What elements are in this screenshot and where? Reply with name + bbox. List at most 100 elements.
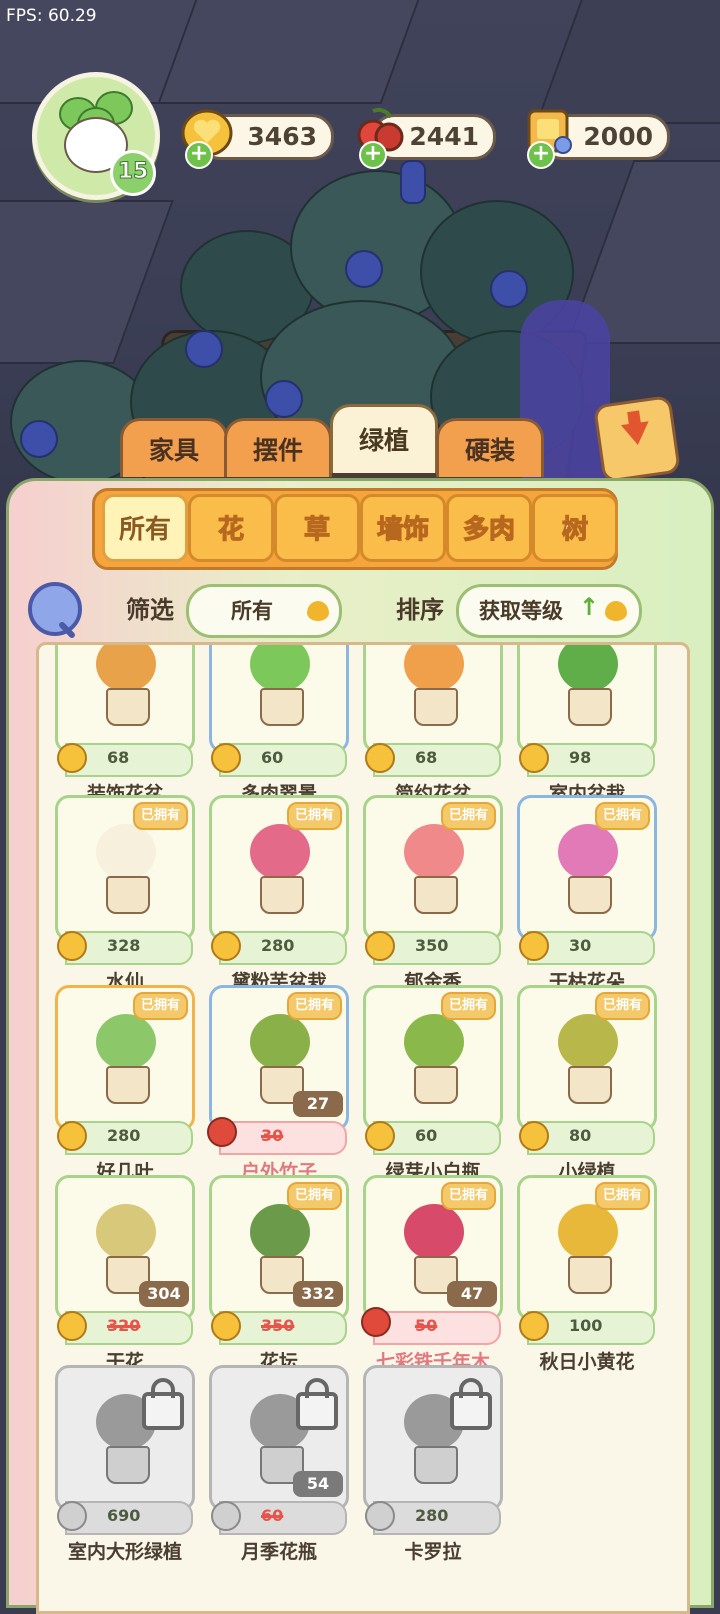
coin-resource: + 3463 xyxy=(181,109,334,169)
pot-icon xyxy=(260,688,304,726)
item-card[interactable]: 已拥有 xyxy=(55,795,195,941)
pot-icon xyxy=(568,1066,612,1104)
sort-dropdown[interactable]: 获取等级 ↑ xyxy=(456,584,642,638)
plant-icon xyxy=(558,824,618,880)
subtab-grass[interactable]: 草 xyxy=(274,494,360,562)
lock-icon xyxy=(296,1378,338,1430)
tab-ornaments[interactable]: 摆件 xyxy=(224,418,332,477)
item-card[interactable]: 已拥有 xyxy=(363,795,503,941)
add-coin-button[interactable]: + xyxy=(185,141,213,169)
coin-currency-icon xyxy=(57,1501,87,1531)
blue-flower xyxy=(265,380,303,418)
item-card[interactable]: 已拥有 xyxy=(363,985,503,1131)
plant-icon xyxy=(96,1014,156,1070)
sale-price-tag: 332 xyxy=(293,1281,343,1307)
item-card[interactable]: 已拥有 xyxy=(55,985,195,1131)
floor-tile xyxy=(0,200,174,364)
coin-currency-icon xyxy=(365,1501,395,1531)
tab-hard-decor[interactable]: 硬装 xyxy=(436,418,544,477)
pot-icon xyxy=(106,1446,150,1484)
sale-price-tag: 54 xyxy=(293,1471,343,1497)
owned-badge: 已拥有 xyxy=(594,992,650,1020)
pot-icon xyxy=(106,876,150,914)
sale-price-tag: 27 xyxy=(293,1091,343,1117)
tab-greenery[interactable]: 绿植 xyxy=(330,404,438,473)
coin-currency-icon xyxy=(519,1121,549,1151)
item-price: 50 xyxy=(415,1316,438,1335)
item-card[interactable] xyxy=(55,645,195,753)
blue-flower xyxy=(345,250,383,288)
sort-ascending-icon: ↑ xyxy=(579,593,600,621)
add-ticket-button[interactable]: + xyxy=(527,141,555,169)
item-card[interactable] xyxy=(55,1365,195,1511)
pot-icon xyxy=(568,688,612,726)
subtab-label: 草 xyxy=(303,514,330,545)
item-card[interactable] xyxy=(209,645,349,753)
item-price: 30 xyxy=(261,1126,284,1145)
subtab-label: 多肉 xyxy=(462,514,515,545)
coin-currency-icon xyxy=(365,1121,395,1151)
plant-icon xyxy=(96,1204,156,1260)
ticket-resource: + 2000 xyxy=(527,109,670,169)
sort-label: 排序 xyxy=(396,596,444,624)
collapse-panel-button[interactable] xyxy=(592,394,682,484)
owned-badge: 已拥有 xyxy=(132,992,188,1020)
item-card[interactable]: 已拥有 xyxy=(517,1175,657,1321)
item-card[interactable] xyxy=(363,645,503,753)
search-icon[interactable] xyxy=(28,582,82,636)
item-price: 68 xyxy=(415,748,438,767)
subtab-flower[interactable]: 花 xyxy=(188,494,274,562)
ticket-amount: 2000 xyxy=(583,122,653,151)
cherry-amount: 2441 xyxy=(409,122,479,151)
blue-flower xyxy=(400,160,426,204)
plant-icon xyxy=(558,1204,618,1260)
lock-icon xyxy=(450,1378,492,1430)
item-price: 350 xyxy=(261,1316,295,1335)
pot-icon xyxy=(414,1446,458,1484)
pot-icon xyxy=(568,876,612,914)
filter-dropdown[interactable]: 所有 xyxy=(186,584,342,638)
tab-furniture[interactable]: 家具 xyxy=(120,418,228,477)
pot-icon xyxy=(414,876,458,914)
coin-currency-icon xyxy=(365,931,395,961)
item-card[interactable]: 已拥有 xyxy=(517,795,657,941)
coin-currency-icon xyxy=(57,1121,87,1151)
plant-icon xyxy=(250,1204,310,1260)
pot-icon xyxy=(260,876,304,914)
pot-icon xyxy=(414,688,458,726)
owned-badge: 已拥有 xyxy=(286,1182,342,1210)
add-cherry-button[interactable]: + xyxy=(359,141,387,169)
coin-currency-icon xyxy=(365,743,395,773)
cherry-resource: + 2441 xyxy=(357,107,496,169)
subtab-label: 花 xyxy=(217,514,244,545)
item-price: 320 xyxy=(107,1316,141,1335)
item-card[interactable]: 已拥有 xyxy=(209,795,349,941)
subtab-wall-decor[interactable]: 墙饰 xyxy=(360,494,446,562)
subtab-all[interactable]: 所有 xyxy=(102,494,188,562)
owned-badge: 已拥有 xyxy=(440,802,496,830)
item-name: 室内大形绿植 xyxy=(67,1541,182,1563)
item-price: 60 xyxy=(261,1506,284,1525)
subtab-label: 所有 xyxy=(118,515,171,545)
tab-label: 绿植 xyxy=(358,426,409,455)
item-price: 280 xyxy=(261,936,295,955)
pot-icon xyxy=(414,1066,458,1104)
coin-currency-icon xyxy=(211,1501,241,1531)
blue-flower xyxy=(490,270,528,308)
item-price: 30 xyxy=(569,936,592,955)
lock-icon xyxy=(142,1378,184,1430)
item-card[interactable]: 已拥有 xyxy=(517,985,657,1131)
plant-icon xyxy=(96,645,156,692)
owned-badge: 已拥有 xyxy=(440,992,496,1020)
blue-flower xyxy=(185,330,223,368)
subtab-succulent[interactable]: 多肉 xyxy=(446,494,532,562)
plant-icon xyxy=(250,824,310,880)
plant-icon xyxy=(250,1014,310,1070)
pot-icon xyxy=(568,1256,612,1294)
item-price: 68 xyxy=(107,748,130,767)
item-card[interactable] xyxy=(517,645,657,753)
subtab-tree[interactable]: 树 xyxy=(532,494,618,562)
subtab-label: 墙饰 xyxy=(376,514,429,545)
item-price: 100 xyxy=(569,1316,603,1335)
item-card[interactable] xyxy=(363,1365,503,1511)
